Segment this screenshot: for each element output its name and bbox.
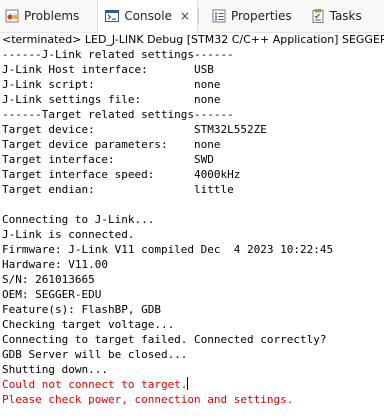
tasks-icon — [310, 8, 326, 24]
properties-icon — [211, 8, 227, 24]
console-line: GDB Server will be closed... — [2, 348, 188, 361]
console-line: Shutting down... — [2, 363, 108, 376]
tab-tasks-label: Tasks — [329, 9, 362, 23]
console-line: Target endian: little — [2, 183, 234, 196]
console-error-line: Please check power, connection and setti… — [2, 393, 294, 406]
console-line: J-Link is connected. — [2, 228, 135, 241]
tab-problems[interactable]: Problems — [0, 0, 83, 33]
tab-console[interactable]: Console × — [97, 0, 198, 33]
text-caret — [187, 377, 189, 390]
tab-console-label: Console — [124, 9, 172, 23]
console-error-line: Could not connect to target. — [2, 377, 384, 392]
console-line: Connecting to target failed. Connected c… — [2, 333, 327, 346]
view-tab-bar: Problems Console × Properties Tasks — [0, 0, 384, 33]
close-icon[interactable]: × — [179, 9, 191, 23]
console-line: J-Link script: none — [2, 78, 221, 91]
console-process-header: <terminated> LED_J-LINK Debug [STM32 C/C… — [2, 33, 384, 46]
console-icon — [104, 8, 120, 24]
console-line: Feature(s): FlashBP, GDB — [2, 303, 161, 316]
console-line: S/N: 261013665 — [2, 273, 95, 286]
tab-tasks[interactable]: Tasks — [306, 0, 366, 33]
tab-properties-label: Properties — [230, 9, 292, 23]
console-line: Hardware: V11.00 — [2, 258, 108, 271]
console-line: ------J-Link related settings------ — [2, 48, 234, 61]
console-line: Checking target voltage... — [2, 318, 175, 331]
tab-properties[interactable]: Properties — [207, 0, 296, 33]
console-line: J-Link settings file: none — [2, 93, 221, 106]
console-error-text: Could not connect to target. — [2, 378, 188, 391]
console-line: OEM: SEGGER-EDU — [2, 288, 102, 301]
console-line: Target interface speed: 4000kHz — [2, 168, 241, 181]
tab-problems-label: Problems — [24, 9, 80, 23]
tab-separator — [197, 8, 199, 24]
console-line: Target interface: SWD — [2, 153, 214, 166]
console-line: J-Link Host interface: USB — [2, 63, 214, 76]
console-line: Target device: STM32L552ZE — [2, 123, 267, 136]
console-line: ------Target related settings------ — [2, 108, 234, 121]
console-line: Firmware: J-Link V11 compiled Dec 4 2023… — [2, 243, 334, 256]
console-output[interactable]: ------J-Link related settings------ J-Li… — [2, 47, 384, 420]
problems-icon — [4, 8, 20, 24]
console-line: Connecting to J-Link... — [2, 213, 155, 226]
console-line: Target device parameters: none — [2, 138, 221, 151]
